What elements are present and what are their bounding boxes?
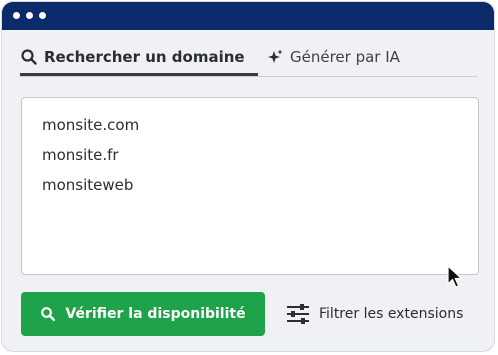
- sparkle-icon: [266, 48, 284, 66]
- search-icon: [20, 48, 38, 66]
- window-dot: [13, 12, 20, 19]
- domain-entry: monsite.com: [42, 116, 140, 134]
- check-availability-button[interactable]: Vérifier la disponibilité: [21, 292, 265, 336]
- tab-generate-ai[interactable]: Générer par IA: [266, 46, 400, 76]
- window-titlebar: [2, 2, 494, 30]
- tab-label: Rechercher un domaine: [44, 48, 245, 66]
- domain-entry: monsite.fr: [42, 146, 119, 164]
- window-dot: [39, 12, 46, 19]
- filter-extensions-label: Filtrer les extensions: [319, 306, 464, 322]
- domain-entry: monsiteweb: [42, 176, 134, 194]
- tab-label: Générer par IA: [290, 48, 400, 66]
- window-dot: [26, 12, 33, 19]
- search-icon: [40, 306, 56, 322]
- domain-search-window: Rechercher un domaine Générer par IA mon…: [1, 1, 495, 352]
- filter-extensions-button[interactable]: Filtrer les extensions: [286, 300, 463, 328]
- check-availability-label: Vérifier la disponibilité: [65, 306, 246, 322]
- tab-search-domain[interactable]: Rechercher un domaine: [20, 46, 258, 76]
- search-mode-tabs: Rechercher un domaine Générer par IA: [20, 46, 478, 77]
- mouse-pointer-icon: [447, 265, 463, 288]
- sliders-icon: [286, 302, 310, 326]
- domains-textarea[interactable]: monsite.com monsite.fr monsiteweb: [21, 97, 479, 275]
